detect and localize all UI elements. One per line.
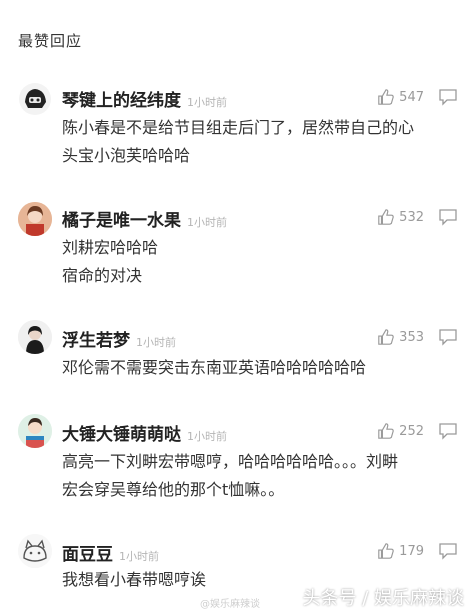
avatar[interactable] <box>18 534 52 568</box>
avatar[interactable] <box>18 202 52 236</box>
avatar[interactable] <box>18 82 52 116</box>
toutiao-watermark: 头条号 / 娱乐麻辣谈 <box>302 588 464 609</box>
avatar[interactable] <box>18 414 52 448</box>
like-button[interactable]: 252 <box>377 422 424 440</box>
like-button[interactable]: 532 <box>377 208 424 226</box>
reply-icon[interactable] <box>438 422 458 440</box>
comment-text-line: 宿命的对决 <box>62 266 143 285</box>
like-count: 532 <box>399 209 424 225</box>
comment-time: 1小时前 <box>187 216 227 229</box>
like-count: 179 <box>399 543 424 559</box>
comment-text-line: 头宝小泡芙哈哈哈 <box>62 146 191 165</box>
thumbs-up-icon <box>378 329 394 345</box>
comment-time: 1小时前 <box>187 96 227 109</box>
avatar-cat-icon <box>18 534 52 568</box>
comment-text-line: 高亮一下刘畊宏带嗯哼，哈哈哈哈哈哈。。。刘畊 <box>62 452 399 471</box>
thumbs-up-icon <box>378 209 394 225</box>
avatar-child-icon <box>18 414 52 448</box>
comment-text-line: 刘耕宏哈哈哈 <box>62 238 159 257</box>
comment-text-line: 宏会穿吴尊给他的那个t恤嘛。。 <box>62 480 285 499</box>
reply-icon[interactable] <box>438 88 458 106</box>
comment-text-line: 陈小春是不是给节目组走后门了，居然带自己的心 <box>62 118 415 137</box>
commenter-name[interactable]: 浮生若梦 <box>62 331 130 351</box>
comment-time: 1小时前 <box>119 550 159 563</box>
reply-icon[interactable] <box>438 542 458 560</box>
like-count: 353 <box>399 329 424 345</box>
weibo-watermark: @娱乐麻辣谈 <box>200 599 260 610</box>
avatar[interactable] <box>18 320 52 354</box>
comment-text-line: 邓伦需不需要突击东南亚英语哈哈哈哈哈哈 <box>62 358 367 377</box>
commenter-name[interactable]: 大锤大锤萌萌哒 <box>62 425 181 445</box>
like-button[interactable]: 353 <box>377 328 424 346</box>
reply-icon[interactable] <box>438 328 458 346</box>
like-button[interactable]: 179 <box>377 542 424 560</box>
comment-time: 1小时前 <box>136 336 176 349</box>
thumbs-up-icon <box>378 543 394 559</box>
comment-time: 1小时前 <box>187 430 227 443</box>
reply-icon[interactable] <box>438 208 458 226</box>
thumbs-up-icon <box>378 423 394 439</box>
like-count: 547 <box>399 89 424 105</box>
commenter-name[interactable]: 面豆豆 <box>62 545 113 565</box>
avatar-portrait-icon <box>18 320 52 354</box>
thumbs-up-icon <box>378 89 394 105</box>
commenter-name[interactable]: 橘子是唯一水果 <box>62 211 181 231</box>
like-button[interactable]: 547 <box>377 88 424 106</box>
commenter-name[interactable]: 琴键上的经纬度 <box>62 91 181 111</box>
like-count: 252 <box>399 423 424 439</box>
avatar-girl-icon <box>18 202 52 236</box>
avatar-robot-icon <box>19 83 51 115</box>
section-title: 最赞回应 <box>18 32 83 50</box>
